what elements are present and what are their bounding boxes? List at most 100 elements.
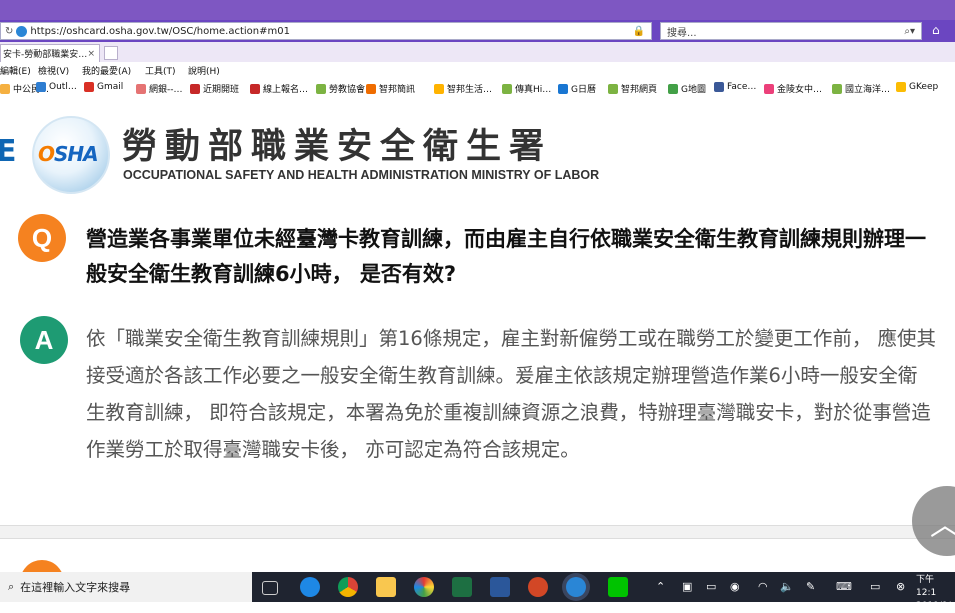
favorite-item[interactable]: 勞教協會 bbox=[316, 82, 365, 95]
new-tab-button[interactable] bbox=[104, 46, 118, 60]
favorite-site-icon bbox=[434, 83, 444, 94]
favorite-site-icon bbox=[668, 83, 678, 94]
favorite-site-icon bbox=[714, 82, 724, 92]
favorite-site-icon bbox=[558, 83, 568, 94]
edge-icon[interactable] bbox=[300, 577, 320, 597]
search-icon[interactable]: ⌕▾ bbox=[904, 26, 915, 37]
task-view-icon[interactable] bbox=[262, 581, 278, 595]
favorite-label: 智邦生活… bbox=[447, 85, 493, 95]
favorite-item[interactable]: G地圖 bbox=[668, 82, 706, 95]
file-explorer-icon[interactable] bbox=[376, 577, 396, 597]
favorite-site-icon bbox=[136, 83, 146, 94]
notification-icon[interactable]: ⊗ bbox=[896, 580, 905, 593]
favorite-label: 勞教協會 bbox=[329, 85, 366, 95]
favorite-item[interactable]: 傳真Hi… bbox=[502, 82, 551, 95]
favorite-label: 網銀--… bbox=[149, 85, 183, 95]
menu-tools[interactable]: 工具(T) bbox=[145, 64, 176, 77]
site-title-zh: 勞動部職業安全衛生署 bbox=[122, 127, 553, 167]
chevron-up-icon: ︿ bbox=[930, 500, 955, 544]
paint-icon[interactable] bbox=[414, 577, 434, 597]
favorite-label: Outl… bbox=[49, 82, 77, 92]
menu-edit[interactable]: 編輯(E) bbox=[0, 64, 31, 77]
menu-favorites[interactable]: 我的最愛(A) bbox=[82, 64, 131, 77]
menu-help[interactable]: 說明(H) bbox=[188, 64, 220, 77]
favorite-item[interactable]: G日曆 bbox=[558, 82, 596, 95]
favorite-label: Face… bbox=[727, 82, 757, 92]
menu-view[interactable]: 檢視(V) bbox=[38, 64, 69, 77]
favorite-site-icon bbox=[0, 83, 10, 94]
pen-icon[interactable]: ✎ bbox=[806, 580, 815, 593]
favorite-item[interactable]: Face… bbox=[714, 82, 756, 92]
tab-strip: 安卡-勞動部職業安… × bbox=[0, 42, 955, 63]
title-bar bbox=[0, 0, 955, 20]
keyboard-icon[interactable]: ⌨ bbox=[836, 580, 852, 593]
favorite-site-icon bbox=[316, 83, 326, 94]
favorite-site-icon bbox=[896, 82, 906, 92]
favorite-site-icon bbox=[250, 83, 260, 94]
ie-icon[interactable] bbox=[566, 577, 586, 597]
address-bar-row: ↻ https://oshcard.osha.gov.tw/OSC/home.a… bbox=[0, 20, 955, 42]
security-icon[interactable]: ◉ bbox=[730, 580, 740, 593]
favorite-site-icon bbox=[190, 83, 200, 94]
favorite-item[interactable]: 智邦簡訊 bbox=[366, 82, 415, 95]
osha-logo[interactable]: OSHA bbox=[32, 116, 110, 194]
favorite-item[interactable]: 近期開班 bbox=[190, 82, 239, 95]
favorite-label: 智邦網頁 bbox=[621, 85, 658, 95]
question-text: 營造業各事業單位未經臺灣卡教育訓練，而由雇主自行依職業安全衛生教育訓練規則辦理一… bbox=[86, 227, 926, 286]
favorite-label: 線上報名… bbox=[263, 85, 309, 95]
favorite-site-icon bbox=[84, 82, 94, 92]
favorite-item[interactable]: Gmail bbox=[84, 82, 123, 92]
chevron-up-icon[interactable]: ⌃ bbox=[656, 580, 665, 593]
wifi-icon[interactable]: ◠ bbox=[758, 580, 768, 593]
tab-oshcard[interactable]: 安卡-勞動部職業安… × bbox=[0, 44, 100, 62]
lock-icon[interactable]: 🔒 bbox=[633, 26, 645, 37]
edge-letter: E bbox=[0, 134, 17, 169]
question-badge: Q bbox=[18, 214, 66, 262]
search-icon: ⌕ bbox=[8, 580, 15, 593]
favorite-label: Gmail bbox=[97, 82, 124, 92]
favorite-item[interactable]: 金陵女中… bbox=[764, 82, 822, 95]
home-icon[interactable]: ⌂ bbox=[932, 23, 940, 37]
line-icon[interactable] bbox=[608, 577, 628, 597]
refresh-icon[interactable]: ↻ bbox=[5, 26, 13, 37]
favorite-label: 傳真Hi… bbox=[515, 85, 552, 95]
chrome-icon[interactable] bbox=[338, 577, 358, 597]
favorite-item[interactable]: GKeep bbox=[896, 82, 938, 92]
favorite-item[interactable]: 網銀--… bbox=[136, 82, 183, 95]
windows-taskbar: ⌕ 在這裡輸入文字來搜尋 ⌃ ▣ ▭ ◉ ◠ 🔈 ✎ ⌨ ▭ ⊗ 下午 12:1… bbox=[0, 572, 955, 611]
favorite-site-icon bbox=[832, 83, 842, 94]
word-icon[interactable] bbox=[490, 577, 510, 597]
volume-icon[interactable]: 🔈 bbox=[780, 580, 794, 593]
taskbar-search-placeholder: 在這裡輸入文字來搜尋 bbox=[20, 581, 131, 594]
ie-page-icon bbox=[16, 25, 28, 37]
favorite-site-icon bbox=[366, 83, 376, 94]
answer-text: 依「職業安全衛生教育訓練規則」第16條規定，雇主對新僱勞工或在職勞工於變更工作前… bbox=[86, 327, 937, 461]
favorite-item[interactable]: Outl… bbox=[36, 82, 77, 92]
tab-close-icon[interactable]: × bbox=[87, 49, 95, 59]
taskbar-search[interactable]: ⌕ 在這裡輸入文字來搜尋 bbox=[0, 572, 252, 602]
tray-app-icon[interactable]: ▣ bbox=[682, 580, 692, 593]
clock-time: 下午 12:1 bbox=[916, 575, 937, 598]
favorite-item[interactable]: 線上報名… bbox=[250, 82, 308, 95]
favorite-site-icon bbox=[764, 83, 774, 94]
excel-icon[interactable] bbox=[452, 577, 472, 597]
scroll-to-top-button[interactable]: ︿ bbox=[912, 486, 955, 556]
next-question-badge bbox=[20, 560, 64, 572]
section-divider bbox=[0, 525, 955, 539]
answer-badge: A bbox=[20, 316, 68, 364]
powerpoint-icon[interactable] bbox=[528, 577, 548, 597]
battery-icon[interactable]: ▭ bbox=[706, 580, 716, 593]
menu-bar: 編輯(E) 檢視(V) 我的最愛(A) 工具(T) 說明(H) bbox=[0, 62, 955, 78]
address-bar[interactable]: ↻ https://oshcard.osha.gov.tw/OSC/home.a… bbox=[0, 22, 652, 40]
url-text: https://oshcard.osha.gov.tw/OSC/home.act… bbox=[30, 25, 290, 37]
browser-search-input[interactable]: 搜尋... ⌕▾ bbox=[660, 22, 922, 40]
favorite-item[interactable]: 國立海洋… bbox=[832, 82, 890, 95]
favorite-label: 智邦簡訊 bbox=[379, 85, 416, 95]
favorite-label: 近期開班 bbox=[203, 85, 240, 95]
favorite-item[interactable]: 智邦網頁 bbox=[608, 82, 657, 95]
clock[interactable]: 下午 12:1 2019/9/ bbox=[916, 574, 955, 613]
favorite-item[interactable]: 智邦生活… bbox=[434, 82, 492, 95]
favorite-label: G地圖 bbox=[681, 85, 706, 95]
display-icon[interactable]: ▭ bbox=[870, 580, 880, 593]
site-title-en: OCCUPATIONAL SAFETY AND HEALTH ADMINISTR… bbox=[123, 168, 600, 182]
